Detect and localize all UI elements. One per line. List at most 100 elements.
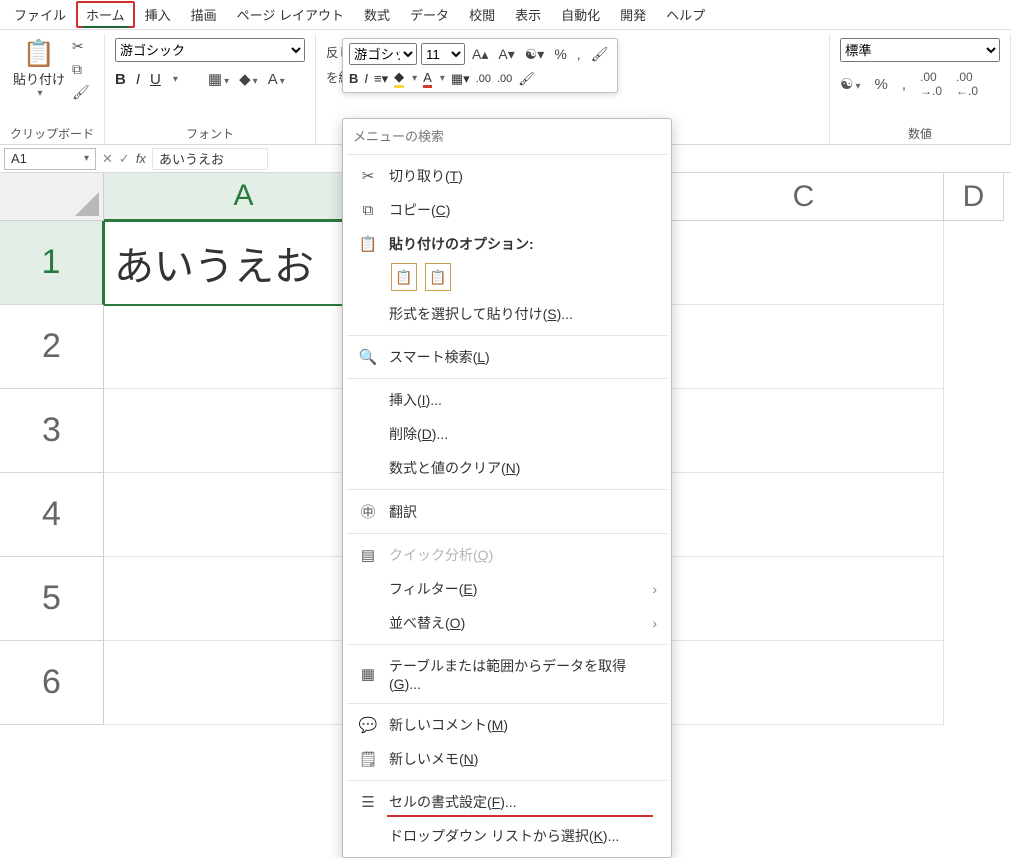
clipboard-icon: 📋	[23, 38, 55, 69]
menu-pagelayout[interactable]: ページ レイアウト	[227, 1, 354, 28]
ctx-translate[interactable]: ㊥翻訳	[343, 494, 671, 529]
ctx-delete[interactable]: 削除(D)...	[343, 417, 671, 451]
mini-font-size[interactable]: 11	[421, 43, 465, 65]
row-header-1[interactable]: 1	[0, 221, 104, 305]
ctx-new-note[interactable]: 🗒新しいメモ(N)	[343, 742, 671, 776]
percent-mini-icon[interactable]: %	[551, 44, 569, 64]
format-icon: ☰	[357, 793, 379, 811]
mini-border[interactable]: ▦▾	[451, 71, 470, 87]
currency-icon[interactable]: ☯▾	[840, 75, 860, 93]
ribbon-group-number: 標準 ☯▾ % , .00→.0 .00←.0 数値	[830, 34, 1011, 144]
ribbon-group-font: 游ゴシック B I U▾ ▦▾ ◆▾ A▾ フォント	[105, 34, 316, 144]
number-format-select[interactable]: 標準	[840, 38, 1000, 62]
menu-formulas[interactable]: 数式	[354, 1, 400, 28]
formula-input[interactable]: あいうえお	[152, 148, 268, 170]
search-icon: 🔍	[357, 348, 379, 366]
bold-button[interactable]: B	[115, 71, 126, 88]
ctx-sort[interactable]: 並べ替え(O)›	[343, 606, 671, 640]
paste-button[interactable]: 📋 貼り付け ▾	[10, 38, 68, 99]
row-header-3[interactable]: 3	[0, 389, 104, 473]
copy-icon: ⧉	[357, 202, 379, 219]
fill-color-button[interactable]: ◆▾	[239, 70, 258, 88]
menu-file[interactable]: ファイル	[4, 1, 76, 28]
row-header-5[interactable]: 5	[0, 557, 104, 641]
select-all-corner[interactable]	[0, 173, 104, 221]
cell-c2[interactable]	[664, 305, 944, 389]
menu-help[interactable]: ヘルプ	[656, 1, 715, 28]
ctx-paste-options: 📋 貼り付けのオプション:	[343, 227, 671, 261]
menu-home[interactable]: ホーム	[76, 1, 135, 28]
ctx-clear[interactable]: 数式と値のクリア(N)	[343, 451, 671, 485]
mini-font-name[interactable]: 游ゴシック	[349, 43, 417, 65]
mini-dec-dec[interactable]: .00	[497, 73, 512, 85]
ctx-insert[interactable]: 挿入(I)...	[343, 383, 671, 417]
menu-automate[interactable]: 自動化	[551, 1, 610, 28]
ctx-cut[interactable]: ✂ 切り取り(T)	[343, 159, 671, 193]
increase-font-icon[interactable]: A▴	[469, 44, 491, 65]
menu-data[interactable]: データ	[400, 1, 459, 28]
mini-fill-color[interactable]: ◆	[394, 69, 404, 88]
ctx-quick-analysis: ▤クイック分析(Q)	[343, 538, 671, 572]
cell-c3[interactable]	[664, 389, 944, 473]
note-icon: 🗒	[357, 750, 379, 768]
comma-icon[interactable]: ,	[902, 76, 906, 93]
cell-c6[interactable]	[664, 641, 944, 725]
paste-option-2[interactable]: 📋	[425, 263, 451, 291]
ctx-filter[interactable]: フィルター(E)›	[343, 572, 671, 606]
ctx-paste-special[interactable]: 形式を選択して貼り付け(S)...	[343, 297, 671, 331]
copy-icon[interactable]: ⧉	[72, 61, 90, 78]
currency-mini-icon[interactable]: ☯▾	[522, 44, 548, 65]
context-menu: ✂ 切り取り(T) ⧉ コピー(C) 📋 貼り付けのオプション: 📋 📋 形式を…	[342, 118, 672, 858]
column-header-d[interactable]: D	[944, 173, 1004, 221]
menu-draw[interactable]: 描画	[181, 1, 227, 28]
mini-align[interactable]: ≡▾	[374, 71, 388, 87]
menu-insert[interactable]: 挿入	[135, 1, 181, 28]
scissors-icon: ✂	[357, 167, 379, 185]
menubar: ファイル ホーム 挿入 描画 ページ レイアウト 数式 データ 校閲 表示 自動…	[0, 0, 1011, 30]
comma-mini-icon[interactable]: ,	[574, 44, 584, 64]
paste-label: 貼り付け	[13, 69, 65, 88]
ctx-new-comment[interactable]: 💬新しいコメント(M)	[343, 708, 671, 742]
column-header-c[interactable]: C	[664, 173, 944, 221]
paste-option-1[interactable]: 📋	[391, 263, 417, 291]
mini-italic[interactable]: I	[364, 71, 368, 86]
italic-button[interactable]: I	[136, 71, 140, 88]
row-header-4[interactable]: 4	[0, 473, 104, 557]
mini-font-color[interactable]: A	[423, 70, 432, 88]
ctx-dropdown-list[interactable]: ドロップダウン リストから選択(K)...	[343, 819, 671, 853]
row-header-2[interactable]: 2	[0, 305, 104, 389]
clipboard-icon: 📋	[357, 235, 379, 253]
ribbon-group-clipboard: 📋 貼り付け ▾ ✂ ⧉ 🖌 クリップボード	[0, 34, 105, 144]
cut-icon[interactable]: ✂	[72, 38, 90, 55]
ctx-copy[interactable]: ⧉ コピー(C)	[343, 193, 671, 227]
cancel-icon[interactable]: ✕	[102, 151, 113, 167]
cell-c1[interactable]	[664, 221, 944, 305]
ctx-get-data[interactable]: ▦テーブルまたは範囲からデータを取得(G)...	[343, 649, 671, 699]
mini-format-painter[interactable]: 🖌	[518, 71, 535, 87]
font-name-select[interactable]: 游ゴシック	[115, 38, 305, 62]
increase-decimal-icon[interactable]: .00→.0	[920, 70, 942, 98]
format-painter-icon[interactable]: 🖌	[72, 84, 90, 101]
font-group-label: フォント	[115, 121, 305, 142]
format-painter-mini-icon[interactable]: 🖌	[588, 44, 612, 65]
enter-icon[interactable]: ✓	[119, 151, 130, 167]
fx-icon[interactable]: fx	[136, 151, 146, 166]
mini-inc-dec[interactable]: .00	[476, 73, 491, 85]
row-header-6[interactable]: 6	[0, 641, 104, 725]
cell-c5[interactable]	[664, 557, 944, 641]
font-color-button[interactable]: A▾	[268, 71, 285, 88]
ctx-smart-lookup[interactable]: 🔍 スマート検索(L)	[343, 340, 671, 374]
ctx-format-cells[interactable]: ☰セルの書式設定(F)...	[343, 785, 671, 819]
cell-c4[interactable]	[664, 473, 944, 557]
border-button[interactable]: ▦▾	[208, 70, 229, 88]
menu-developer[interactable]: 開発	[610, 1, 656, 28]
underline-button[interactable]: U	[150, 71, 161, 88]
context-menu-search[interactable]	[353, 129, 661, 144]
mini-bold[interactable]: B	[349, 71, 358, 86]
percent-icon[interactable]: %	[874, 76, 887, 93]
decrease-font-icon[interactable]: A▾	[495, 44, 517, 65]
menu-view[interactable]: 表示	[505, 1, 551, 28]
decrease-decimal-icon[interactable]: .00←.0	[956, 70, 978, 98]
menu-review[interactable]: 校閲	[459, 1, 505, 28]
name-box[interactable]: A1 ▾	[4, 148, 96, 170]
